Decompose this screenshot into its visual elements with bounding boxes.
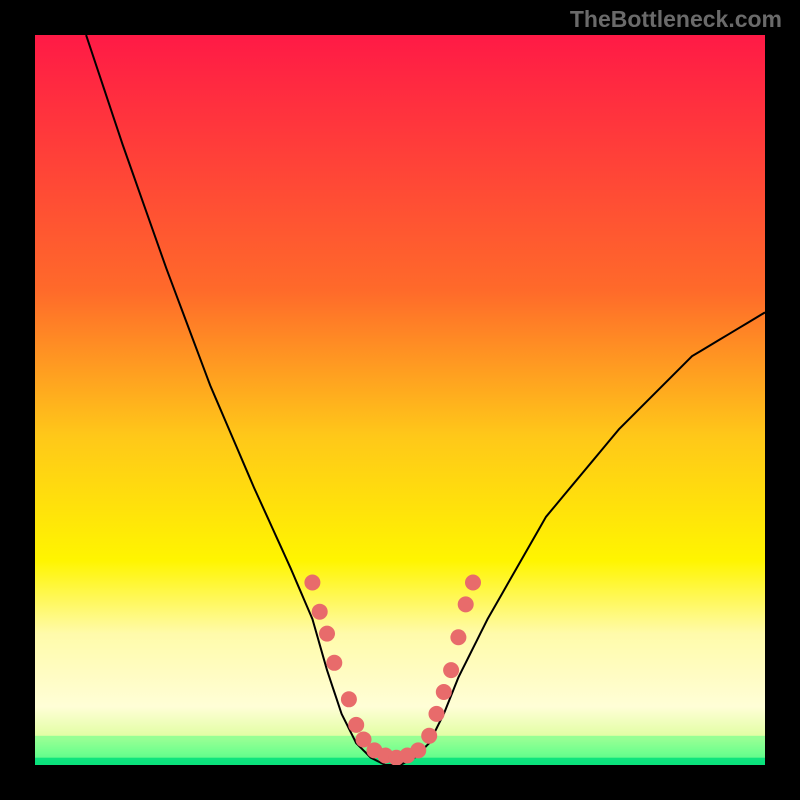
chart-marker [410, 742, 426, 758]
chart-bands [35, 634, 765, 765]
chart-marker [312, 604, 328, 620]
chart-plot [35, 35, 765, 765]
chart-marker [458, 596, 474, 612]
chart-marker [465, 575, 481, 591]
chart-marker [443, 662, 459, 678]
chart-marker [304, 575, 320, 591]
chart-marker [319, 626, 335, 642]
chart-marker [348, 717, 364, 733]
chart-marker [450, 629, 466, 645]
chart-marker [341, 691, 357, 707]
chart-marker [326, 655, 342, 671]
chart-marker [429, 706, 445, 722]
chart-marker [421, 728, 437, 744]
chart-marker [436, 684, 452, 700]
chart-svg [35, 35, 765, 765]
watermark-label: TheBottleneck.com [570, 6, 782, 33]
